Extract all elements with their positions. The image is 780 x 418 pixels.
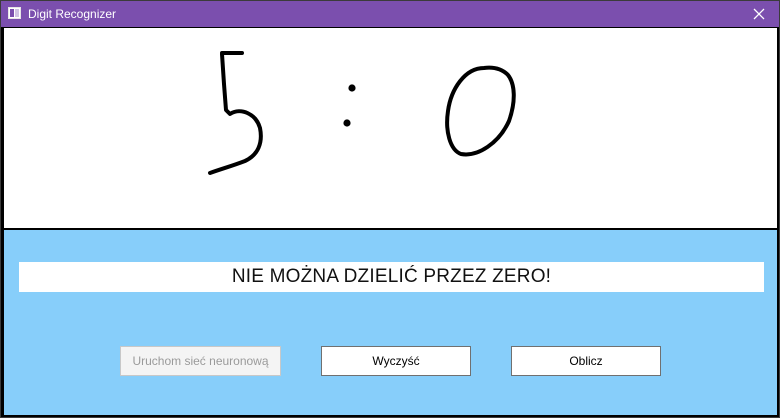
- stroke-digit-zero: [445, 65, 516, 157]
- handwriting-strokes: [208, 51, 516, 175]
- calculate-button[interactable]: Oblicz: [511, 346, 661, 376]
- app-window: Digit Recognizer NIE MOŻNA DZIELIĆ PRZEZ…: [0, 0, 780, 418]
- result-display: NIE MOŻNA DZIELIĆ PRZEZ ZERO!: [19, 262, 764, 292]
- drawing-canvas[interactable]: [4, 28, 777, 228]
- stroke-colon-top: [348, 84, 356, 92]
- clear-button[interactable]: Wyczyść: [321, 346, 471, 376]
- window-title: Digit Recognizer: [28, 7, 117, 21]
- controls-panel: NIE MOŻNA DZIELIĆ PRZEZ ZERO! Uruchom si…: [4, 230, 777, 415]
- start-network-button[interactable]: Uruchom sieć neuronową: [120, 346, 281, 376]
- close-button[interactable]: [739, 1, 779, 27]
- title-bar[interactable]: Digit Recognizer: [1, 1, 779, 27]
- close-icon: [753, 8, 765, 20]
- app-icon: [8, 7, 21, 19]
- stroke-colon-bottom: [343, 119, 351, 127]
- stroke-digit-five: [208, 51, 263, 175]
